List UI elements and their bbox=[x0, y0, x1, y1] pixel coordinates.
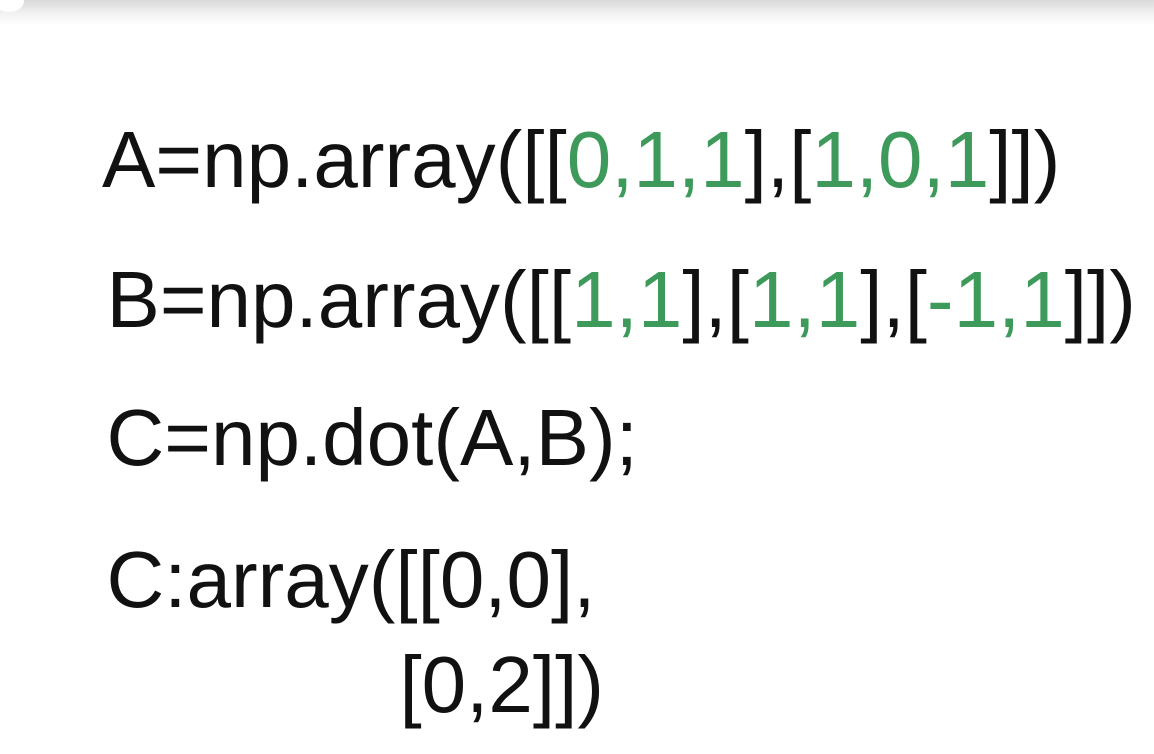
code-token: ],[ bbox=[860, 255, 927, 344]
result-line-2: [0,2]]) bbox=[355, 565, 604, 725]
code-token-number: -1,1 bbox=[926, 255, 1065, 344]
top-edge-shadow bbox=[0, 0, 1154, 26]
code-token: ],[ bbox=[682, 255, 750, 344]
code-token: [0,2]]) bbox=[399, 640, 604, 729]
code-line-b: B=np.array([[1,1],[1,1],[-1,1]]) bbox=[62, 180, 1135, 340]
code-line-a: A=np.array([[0,1,1],[1,0,1]]) bbox=[62, 40, 1060, 200]
code-token-number: 1,1 bbox=[749, 255, 861, 344]
code-line-c: C=np.dot(A,B); bbox=[62, 318, 637, 478]
code-token: ]]) bbox=[1064, 255, 1136, 344]
